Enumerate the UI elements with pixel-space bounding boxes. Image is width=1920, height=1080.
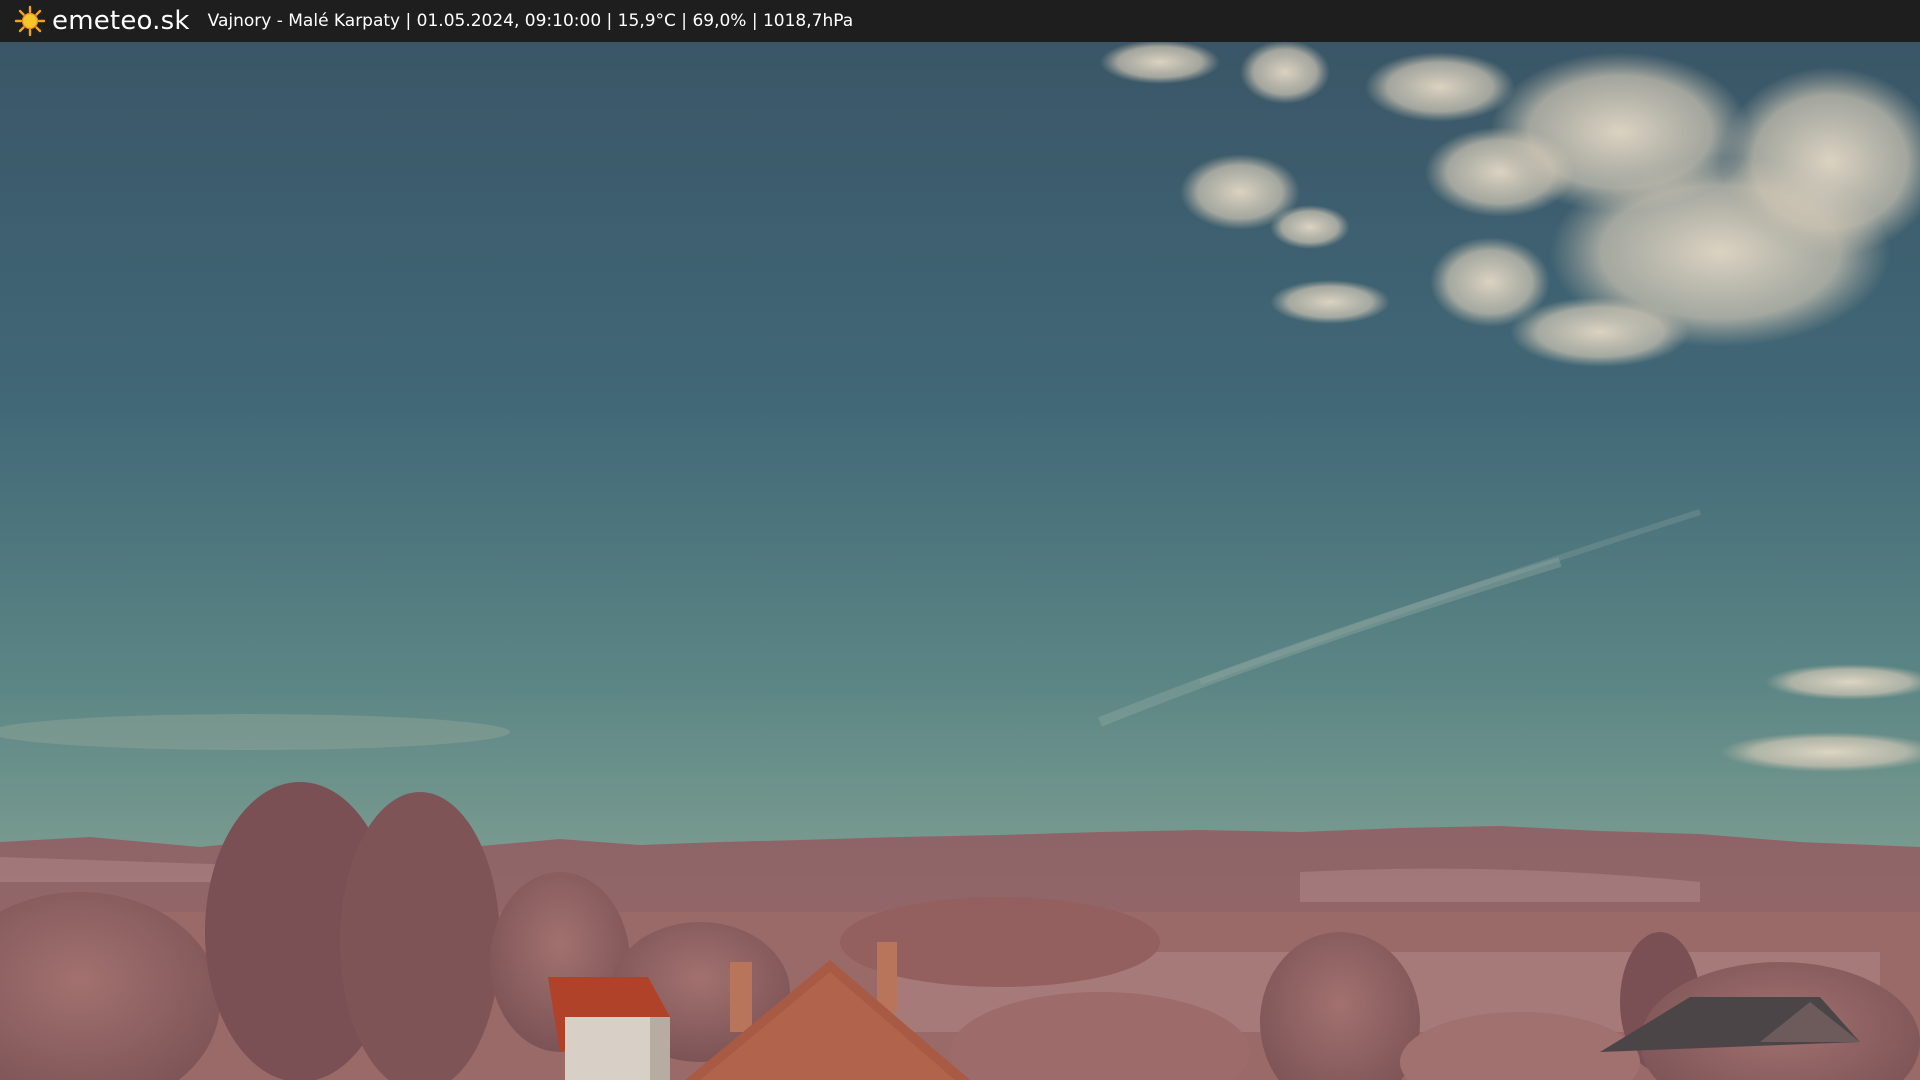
webcam-image [0, 42, 1920, 1080]
brand: emeteo.sk [14, 5, 190, 37]
house-left [548, 977, 670, 1080]
site-name: emeteo.sk [52, 6, 190, 36]
webcam-viewer: emeteo.sk Vajnory - Malé Karpaty | 01.05… [0, 0, 1920, 1080]
info-bar: emeteo.sk Vajnory - Malé Karpaty | 01.05… [0, 0, 1920, 42]
landscape-photo [0, 42, 1920, 1080]
camera-caption: Vajnory - Malé Karpaty | 01.05.2024, 09:… [207, 11, 854, 31]
sun-icon [14, 5, 46, 37]
